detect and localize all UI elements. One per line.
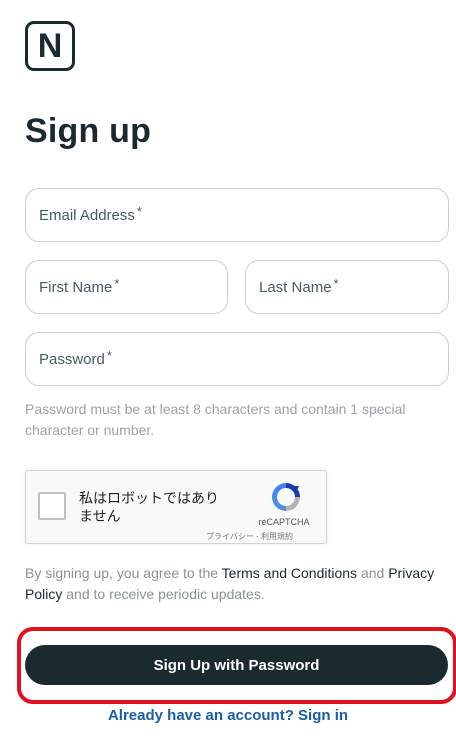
terms-middle: and bbox=[357, 565, 389, 581]
recaptcha-brand: reCAPTCHA bbox=[258, 517, 310, 527]
password-required-marker: * bbox=[106, 347, 112, 363]
sign-in-link[interactable]: Already have an account? Sign in bbox=[108, 707, 348, 724]
last-name-field[interactable]: Last Name * bbox=[245, 260, 449, 314]
password-hint: Password must be at least 8 characters a… bbox=[25, 401, 406, 438]
brand-logo-letter: N bbox=[37, 27, 63, 65]
recaptcha-label: 私はロボットではありません bbox=[79, 490, 219, 524]
first-name-required-marker: * bbox=[114, 275, 120, 291]
password-field-label: Password bbox=[39, 350, 105, 368]
password-field[interactable]: Password * bbox=[25, 332, 449, 386]
recaptcha-checkbox[interactable] bbox=[38, 492, 66, 520]
first-name-field[interactable]: First Name * bbox=[25, 260, 228, 314]
recaptcha-terms-link[interactable]: 利用規約 bbox=[261, 532, 293, 541]
recaptcha-separator: - bbox=[256, 532, 259, 541]
terms-notice: By signing up, you agree to the Terms an… bbox=[25, 563, 440, 605]
last-name-field-label: Last Name bbox=[259, 278, 332, 296]
brand-logo: N bbox=[25, 21, 75, 71]
terms-prefix: By signing up, you agree to the bbox=[25, 565, 222, 581]
email-required-marker: * bbox=[136, 203, 142, 219]
recaptcha-links: プライバシー - 利用規約 bbox=[206, 531, 293, 542]
recaptcha-logo-icon bbox=[272, 483, 300, 511]
page-title: Sign up bbox=[25, 112, 152, 150]
sign-up-with-password-button[interactable]: Sign Up with Password bbox=[25, 645, 448, 685]
terms-and-conditions-link[interactable]: Terms and Conditions bbox=[222, 565, 357, 581]
email-field[interactable]: Email Address * bbox=[25, 188, 449, 242]
first-name-field-label: First Name bbox=[39, 278, 113, 296]
recaptcha-widget: 私はロボットではありません reCAPTCHA プライバシー - 利用規約 bbox=[25, 470, 327, 544]
last-name-required-marker: * bbox=[333, 275, 339, 291]
email-field-label: Email Address bbox=[39, 206, 135, 224]
terms-suffix: and to receive periodic updates. bbox=[62, 586, 265, 602]
sign-in-prompt: Already have an account? Sign in bbox=[0, 707, 456, 724]
recaptcha-privacy-link[interactable]: プライバシー bbox=[206, 532, 254, 541]
